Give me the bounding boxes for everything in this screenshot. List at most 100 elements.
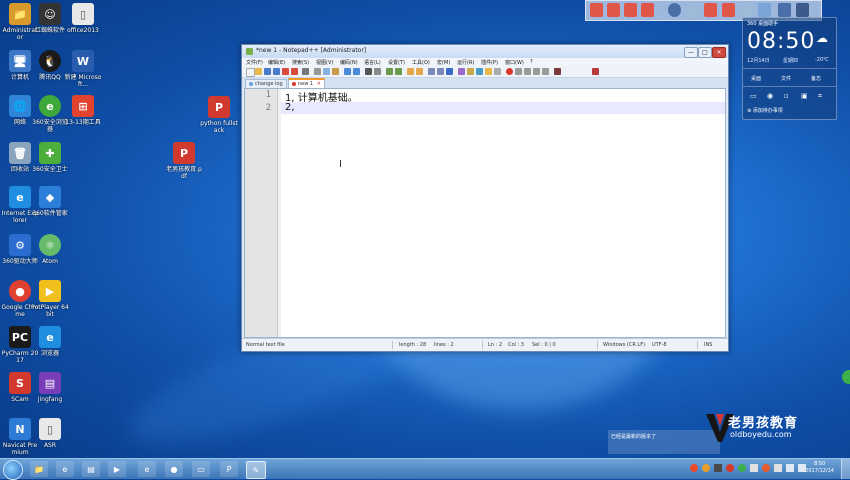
- tray-icon[interactable]: [690, 464, 698, 472]
- desktop-icon-oldboy-pdf[interactable]: P 老男孩教育.pdf: [165, 142, 203, 180]
- quick-launch-button[interactable]: [722, 3, 735, 17]
- quick-launch-button[interactable]: [624, 3, 637, 17]
- taskbar-app-360[interactable]: e: [138, 461, 156, 477]
- zoom-in-icon[interactable]: [386, 68, 393, 75]
- show-desktop-button[interactable]: [841, 459, 850, 479]
- stop-macro-icon[interactable]: [515, 68, 522, 75]
- desktop-icon-office2013[interactable]: ▯ office2013: [64, 3, 102, 34]
- menu-help[interactable]: ?: [530, 59, 533, 65]
- quick-launch-button[interactable]: [704, 3, 717, 17]
- maximize-button[interactable]: □: [698, 47, 712, 58]
- taskbar-app-remote[interactable]: ▭: [192, 461, 210, 477]
- print-icon[interactable]: [302, 68, 309, 75]
- word-wrap-icon[interactable]: [428, 68, 435, 75]
- close-all-icon[interactable]: [291, 68, 298, 75]
- desktop-icon-potplayer[interactable]: ▶ PotPlayer 64 bit: [31, 280, 69, 318]
- play-macro-icon[interactable]: [524, 68, 531, 75]
- zoom-out-icon[interactable]: [395, 68, 402, 75]
- taskbar-app-explorer[interactable]: ▤: [82, 461, 100, 477]
- image-icon[interactable]: ▣: [801, 92, 808, 100]
- save-macro-icon[interactable]: [542, 68, 549, 75]
- taskbar-app-browser[interactable]: e: [56, 461, 74, 477]
- eye-icon[interactable]: ◉: [767, 92, 773, 100]
- save-icon[interactable]: [264, 68, 271, 75]
- quick-launch-button[interactable]: [590, 3, 603, 17]
- crop-icon[interactable]: ⌗: [818, 92, 822, 101]
- tray-icon[interactable]: [774, 464, 782, 472]
- clock-icon[interactable]: [668, 3, 681, 17]
- save-all-icon[interactable]: [273, 68, 280, 75]
- tab-close-icon[interactable]: ✕: [317, 81, 321, 87]
- sync-v-icon[interactable]: [407, 68, 414, 75]
- menu-tools[interactable]: 工具(O): [412, 59, 430, 66]
- widget-todo[interactable]: ⊕ 添加待办事项: [747, 107, 783, 114]
- doc-map-icon[interactable]: [467, 68, 474, 75]
- new-file-icon[interactable]: [246, 68, 255, 77]
- taskbar-app-media[interactable]: ▶: [108, 461, 126, 477]
- notification-toast[interactable]: 已经是最新的版本了: [608, 430, 720, 454]
- menu-edit[interactable]: 编辑(E): [268, 59, 285, 66]
- lang-icon[interactable]: [458, 68, 465, 75]
- taskbar-app-chrome[interactable]: ●: [165, 461, 183, 477]
- volume-icon[interactable]: [786, 464, 794, 472]
- cut-icon[interactable]: [314, 68, 321, 75]
- quick-launch-button[interactable]: [607, 3, 620, 17]
- quick-launch-button[interactable]: [758, 3, 771, 17]
- menu-file[interactable]: 文件(F): [246, 59, 263, 66]
- quick-launch-button[interactable]: [778, 3, 791, 17]
- indent-guide-icon[interactable]: [446, 68, 453, 75]
- widget-action-desktop[interactable]: 桌面: [751, 75, 761, 82]
- menu-window[interactable]: 窗口(W): [505, 59, 524, 66]
- editor-area[interactable]: 1 2 1, 计算机基础。 2,: [244, 88, 726, 338]
- copy-icon[interactable]: [323, 68, 330, 75]
- title-bar[interactable]: *new 1 - Notepad++ [Administrator] — □ ✕: [242, 45, 728, 58]
- tray-icon[interactable]: [702, 464, 710, 472]
- close-file-icon[interactable]: [282, 68, 289, 75]
- desktop-icon-360-software[interactable]: ◆ 360软件管家: [31, 186, 69, 217]
- menu-run[interactable]: 运行(R): [457, 59, 474, 66]
- menu-view[interactable]: 视图(V): [316, 59, 333, 66]
- widget-action-memo[interactable]: 备忘: [811, 75, 821, 82]
- window-icon[interactable]: ▫: [784, 92, 789, 100]
- menu-settings[interactable]: 设置(T): [388, 59, 405, 66]
- tray-icon[interactable]: [750, 464, 758, 472]
- undo-icon[interactable]: [344, 68, 351, 75]
- folder-workspace-icon[interactable]: [485, 68, 492, 75]
- plugin-icon[interactable]: [592, 68, 599, 75]
- desktop-icon-python-fullstack[interactable]: P python fullstack: [200, 96, 238, 134]
- tray-icon[interactable]: [726, 464, 734, 472]
- screen-icon[interactable]: ▭: [750, 92, 757, 100]
- quick-launch-button[interactable]: [740, 3, 753, 17]
- desktop-icon-atom[interactable]: ⚛ Atom: [31, 234, 69, 265]
- redo-icon[interactable]: [353, 68, 360, 75]
- monitor-icon[interactable]: [494, 68, 501, 75]
- desktop-icon-asr[interactable]: ▯ ASR: [31, 418, 69, 449]
- desktop-icon-browser[interactable]: e 浏览器: [31, 326, 69, 357]
- taskbar-app-pdf[interactable]: P: [220, 461, 238, 477]
- open-file-icon[interactable]: [255, 68, 262, 75]
- quick-launch-button[interactable]: [686, 3, 699, 17]
- widget-action-files[interactable]: 文件: [781, 75, 791, 82]
- replace-icon[interactable]: [374, 68, 381, 75]
- start-button[interactable]: [3, 460, 23, 480]
- function-list-icon[interactable]: [476, 68, 483, 75]
- sync-h-icon[interactable]: [416, 68, 423, 75]
- play-multi-icon[interactable]: [533, 68, 540, 75]
- tray-icon[interactable]: [714, 464, 722, 472]
- run-icon[interactable]: [554, 68, 561, 75]
- menu-macro[interactable]: 宏(M): [437, 59, 450, 66]
- desktop-icon-word-doc[interactable]: W 新建 Microsoft...: [64, 50, 102, 88]
- tray-clock[interactable]: 8:50 2017/12/14: [805, 461, 834, 475]
- quick-launch-button[interactable]: [641, 3, 654, 17]
- quick-launch-button[interactable]: [796, 3, 809, 17]
- minimize-button[interactable]: —: [684, 47, 698, 58]
- menu-language[interactable]: 语言(L): [364, 59, 381, 66]
- record-macro-icon[interactable]: [506, 68, 513, 75]
- tray-icon[interactable]: [762, 464, 770, 472]
- desktop-icon-tools[interactable]: ⊞ 13-13期工具: [64, 95, 102, 126]
- close-button[interactable]: ✕: [712, 47, 726, 58]
- menu-encoding[interactable]: 编码(N): [340, 59, 358, 66]
- desktop-icon-jingfang[interactable]: ▤ jingfang: [31, 372, 69, 403]
- side-float-icon[interactable]: [842, 370, 850, 384]
- menu-search[interactable]: 搜索(S): [292, 59, 309, 66]
